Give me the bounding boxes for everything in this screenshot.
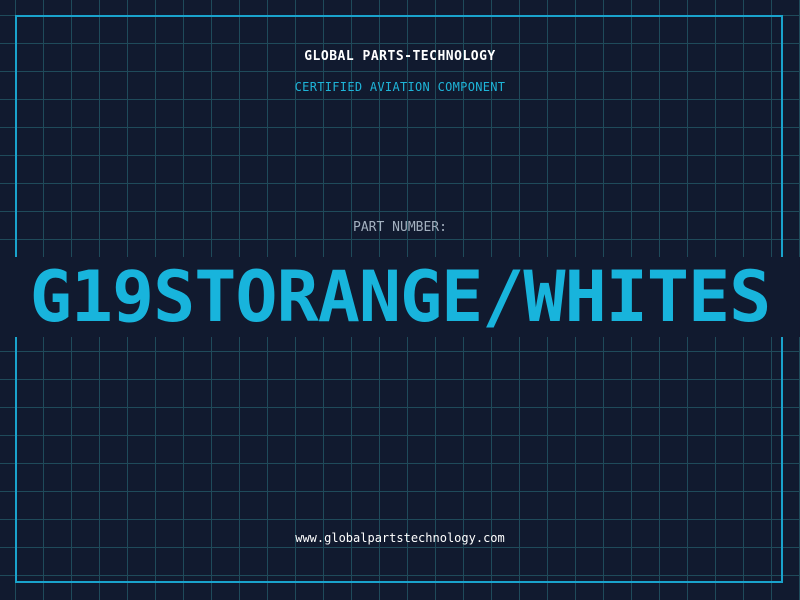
website-url: www.globalpartstechnology.com xyxy=(295,531,505,545)
label-card: GLOBAL PARTS-TECHNOLOGY CERTIFIED AVIATI… xyxy=(0,0,800,600)
part-number-value: G19STORANGE/WHITES xyxy=(29,256,772,338)
certification-tagline: CERTIFIED AVIATION COMPONENT xyxy=(294,80,506,94)
company-name: GLOBAL PARTS-TECHNOLOGY xyxy=(304,49,496,64)
part-number-label: PART NUMBER: xyxy=(353,220,447,235)
